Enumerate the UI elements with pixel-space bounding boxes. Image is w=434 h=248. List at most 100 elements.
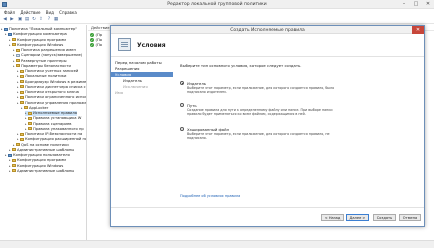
folder-icon bbox=[12, 169, 16, 173]
tree-item-label: QoS на основе политики bbox=[21, 142, 69, 147]
step-before-you-begin[interactable]: Перед началом работы bbox=[115, 60, 162, 65]
refresh-icon[interactable]: ↻ bbox=[31, 17, 37, 23]
menu-view[interactable]: Вид bbox=[46, 9, 54, 16]
publisher-radio[interactable] bbox=[180, 81, 184, 85]
tree-item[interactable]: ▸ Конфигурация программ bbox=[9, 38, 66, 43]
step-publisher[interactable]: Издатель bbox=[123, 78, 142, 83]
tree-item-label: Развернутые принтеры bbox=[21, 58, 67, 63]
tree-item[interactable]: ▸ Конфигурация Windows bbox=[9, 43, 63, 48]
tree-item[interactable]: ▸ Конфигурация компьютера bbox=[5, 32, 67, 37]
tree-item[interactable]: ▸ Политики IP-безопасности на bbox=[17, 132, 82, 137]
tree-item[interactable]: ▸ Административные шаблоны bbox=[9, 169, 74, 174]
folder-icon bbox=[20, 101, 24, 104]
folder-up-icon[interactable]: ▣ bbox=[17, 17, 23, 23]
tree-item-label: Политики диспетчера списка с bbox=[25, 84, 86, 89]
file-hash-label[interactable]: Хэшированный файл bbox=[187, 127, 229, 132]
tree-item[interactable]: ▸ Правила упакованного пр bbox=[25, 127, 84, 132]
folder-icon bbox=[20, 80, 24, 83]
tree-item[interactable]: ▸ Параметры безопасности bbox=[13, 64, 71, 69]
tree-item[interactable]: ▸ Политики ограниченного использ bbox=[17, 95, 87, 100]
tree-item[interactable]: ▸ Политика "Локальный компьютер" bbox=[1, 27, 77, 32]
tree-item-label: Правила установщика W bbox=[33, 116, 82, 121]
folder-icon bbox=[16, 48, 20, 52]
tree-item[interactable]: ▸ Исполняемые правила bbox=[25, 111, 78, 116]
maximize-icon[interactable]: □ bbox=[410, 0, 422, 9]
file-hash-radio[interactable] bbox=[180, 127, 184, 131]
tree-item[interactable]: ▸ Сценарии (запуск/завершение) bbox=[13, 53, 82, 58]
next-button[interactable]: Далее > bbox=[346, 214, 369, 221]
menu-action[interactable]: Действие bbox=[20, 9, 40, 16]
tree-item[interactable]: ▸ Конфигурация расширенной поли bbox=[17, 137, 86, 142]
dialog-header: Условия bbox=[111, 34, 424, 57]
step-permissions[interactable]: Разрешения bbox=[115, 66, 139, 71]
tree-item-label: Политики управления приложени bbox=[25, 100, 87, 105]
export-icon[interactable]: ⇪ bbox=[38, 17, 44, 23]
dialog-content: Выберите тип основного условия, которое … bbox=[177, 57, 422, 205]
forward-arrow-icon[interactable]: ▶ bbox=[9, 17, 15, 23]
tree-item-label: Политика разрешения имен bbox=[21, 48, 76, 52]
step-conditions[interactable]: Условия bbox=[111, 72, 173, 77]
menu-bar: Файл Действие Вид Справка bbox=[0, 9, 434, 16]
tree-item-label: Конфигурация Windows bbox=[17, 163, 64, 168]
learn-more-link[interactable]: Подробнее об условиях правила bbox=[180, 194, 240, 198]
show-tree-icon[interactable]: ▤ bbox=[24, 17, 30, 23]
tree-item[interactable]: ▸ Конфигурация пользователя bbox=[5, 153, 70, 158]
folder-icon bbox=[16, 59, 20, 62]
cancel-button[interactable]: Отмена bbox=[399, 214, 421, 221]
folder-icon bbox=[20, 74, 24, 78]
tree-item[interactable]: ▸ Правила установщика W bbox=[25, 116, 81, 121]
minimize-icon[interactable]: – bbox=[398, 0, 410, 9]
tree-item[interactable]: ▸ Административные шаблоны bbox=[9, 148, 74, 153]
folder-icon bbox=[12, 158, 16, 162]
publisher-label[interactable]: Издатель bbox=[187, 81, 206, 86]
tree-item[interactable]: ▸ AppLocker bbox=[21, 106, 48, 111]
column-header-action[interactable]: Действие bbox=[91, 26, 110, 30]
folder-icon bbox=[28, 127, 32, 131]
tree-item[interactable]: ▸ Конфигурация программ bbox=[9, 158, 66, 163]
tree-item[interactable]: ▸ Политики открытого ключа bbox=[17, 90, 79, 95]
tree-item[interactable]: ▸ Правила сценариев bbox=[25, 122, 71, 127]
folder-icon bbox=[20, 95, 24, 99]
folder-icon bbox=[12, 164, 16, 167]
tree-item-label: Политика "Локальный компьютер" bbox=[9, 27, 78, 31]
path-label[interactable]: Путь bbox=[187, 103, 197, 108]
tree-item[interactable]: ▸ Локальные политики bbox=[17, 74, 66, 79]
tree-item[interactable]: ▸ Политики управления приложени bbox=[17, 100, 87, 106]
menu-file[interactable]: Файл bbox=[4, 9, 15, 16]
tree-item-label: Исполняемые правила bbox=[33, 111, 78, 115]
publisher-description: Выберите этот параметр, если приложение,… bbox=[187, 86, 335, 95]
tree-item-label: Административные шаблоны bbox=[17, 147, 75, 152]
tree-item-label: Политики открытого ключа bbox=[25, 90, 79, 94]
back-arrow-icon[interactable]: ◀ bbox=[2, 17, 8, 23]
tree-item[interactable]: ▸ Брандмауэр Windows в режиме bbox=[17, 80, 86, 85]
tree-item[interactable]: ▸ Политики учетных записей bbox=[17, 69, 78, 74]
console-tree[interactable]: ▸ Политика "Локальный компьютер" ▸ Конфигур… bbox=[0, 25, 87, 240]
page-title: Условия bbox=[137, 42, 166, 49]
list-item[interactable]: ✓ (По bbox=[90, 43, 102, 48]
tree-item[interactable]: ▸ Развернутые принтеры bbox=[13, 59, 67, 64]
close-window-icon[interactable]: ✕ bbox=[422, 0, 434, 9]
help-icon[interactable]: ? bbox=[46, 17, 52, 23]
tree-item-label: Политики ограниченного использ bbox=[25, 95, 87, 100]
path-description: Создание правила для пути к определенном… bbox=[187, 108, 333, 117]
tree-item-label: Политики IP-безопасности на bbox=[25, 132, 83, 136]
toolbar: ◀ ▶ ▣ ▤ ↻ ⇪ ? ▦ bbox=[0, 16, 434, 24]
folder-icon bbox=[28, 116, 32, 120]
create-button[interactable]: Создать bbox=[373, 214, 396, 221]
tree-item-label: Правила сценариев bbox=[33, 121, 72, 126]
tree-item[interactable]: ▸ Конфигурация Windows bbox=[9, 164, 63, 169]
path-radio[interactable] bbox=[180, 103, 184, 107]
folder-icon bbox=[12, 148, 16, 152]
tree-item[interactable]: ▸ Политики диспетчера списка с bbox=[17, 85, 86, 90]
file-hash-description: Выберите этот параметр, если приложение,… bbox=[187, 132, 330, 141]
tree-item[interactable]: ▸ QoS на основе политики bbox=[13, 143, 69, 148]
tree-item[interactable]: ▸ Политика разрешения имен bbox=[13, 48, 76, 53]
back-button[interactable]: < Назад bbox=[321, 214, 344, 221]
tree-item-label: Административные шаблоны bbox=[17, 168, 75, 173]
properties-icon[interactable]: ▦ bbox=[53, 17, 59, 23]
folder-icon bbox=[20, 90, 24, 94]
close-icon[interactable]: ✕ bbox=[412, 26, 424, 34]
step-exceptions: Исключения bbox=[123, 84, 148, 89]
menu-help[interactable]: Справка bbox=[59, 9, 77, 16]
pc-icon bbox=[8, 153, 12, 157]
